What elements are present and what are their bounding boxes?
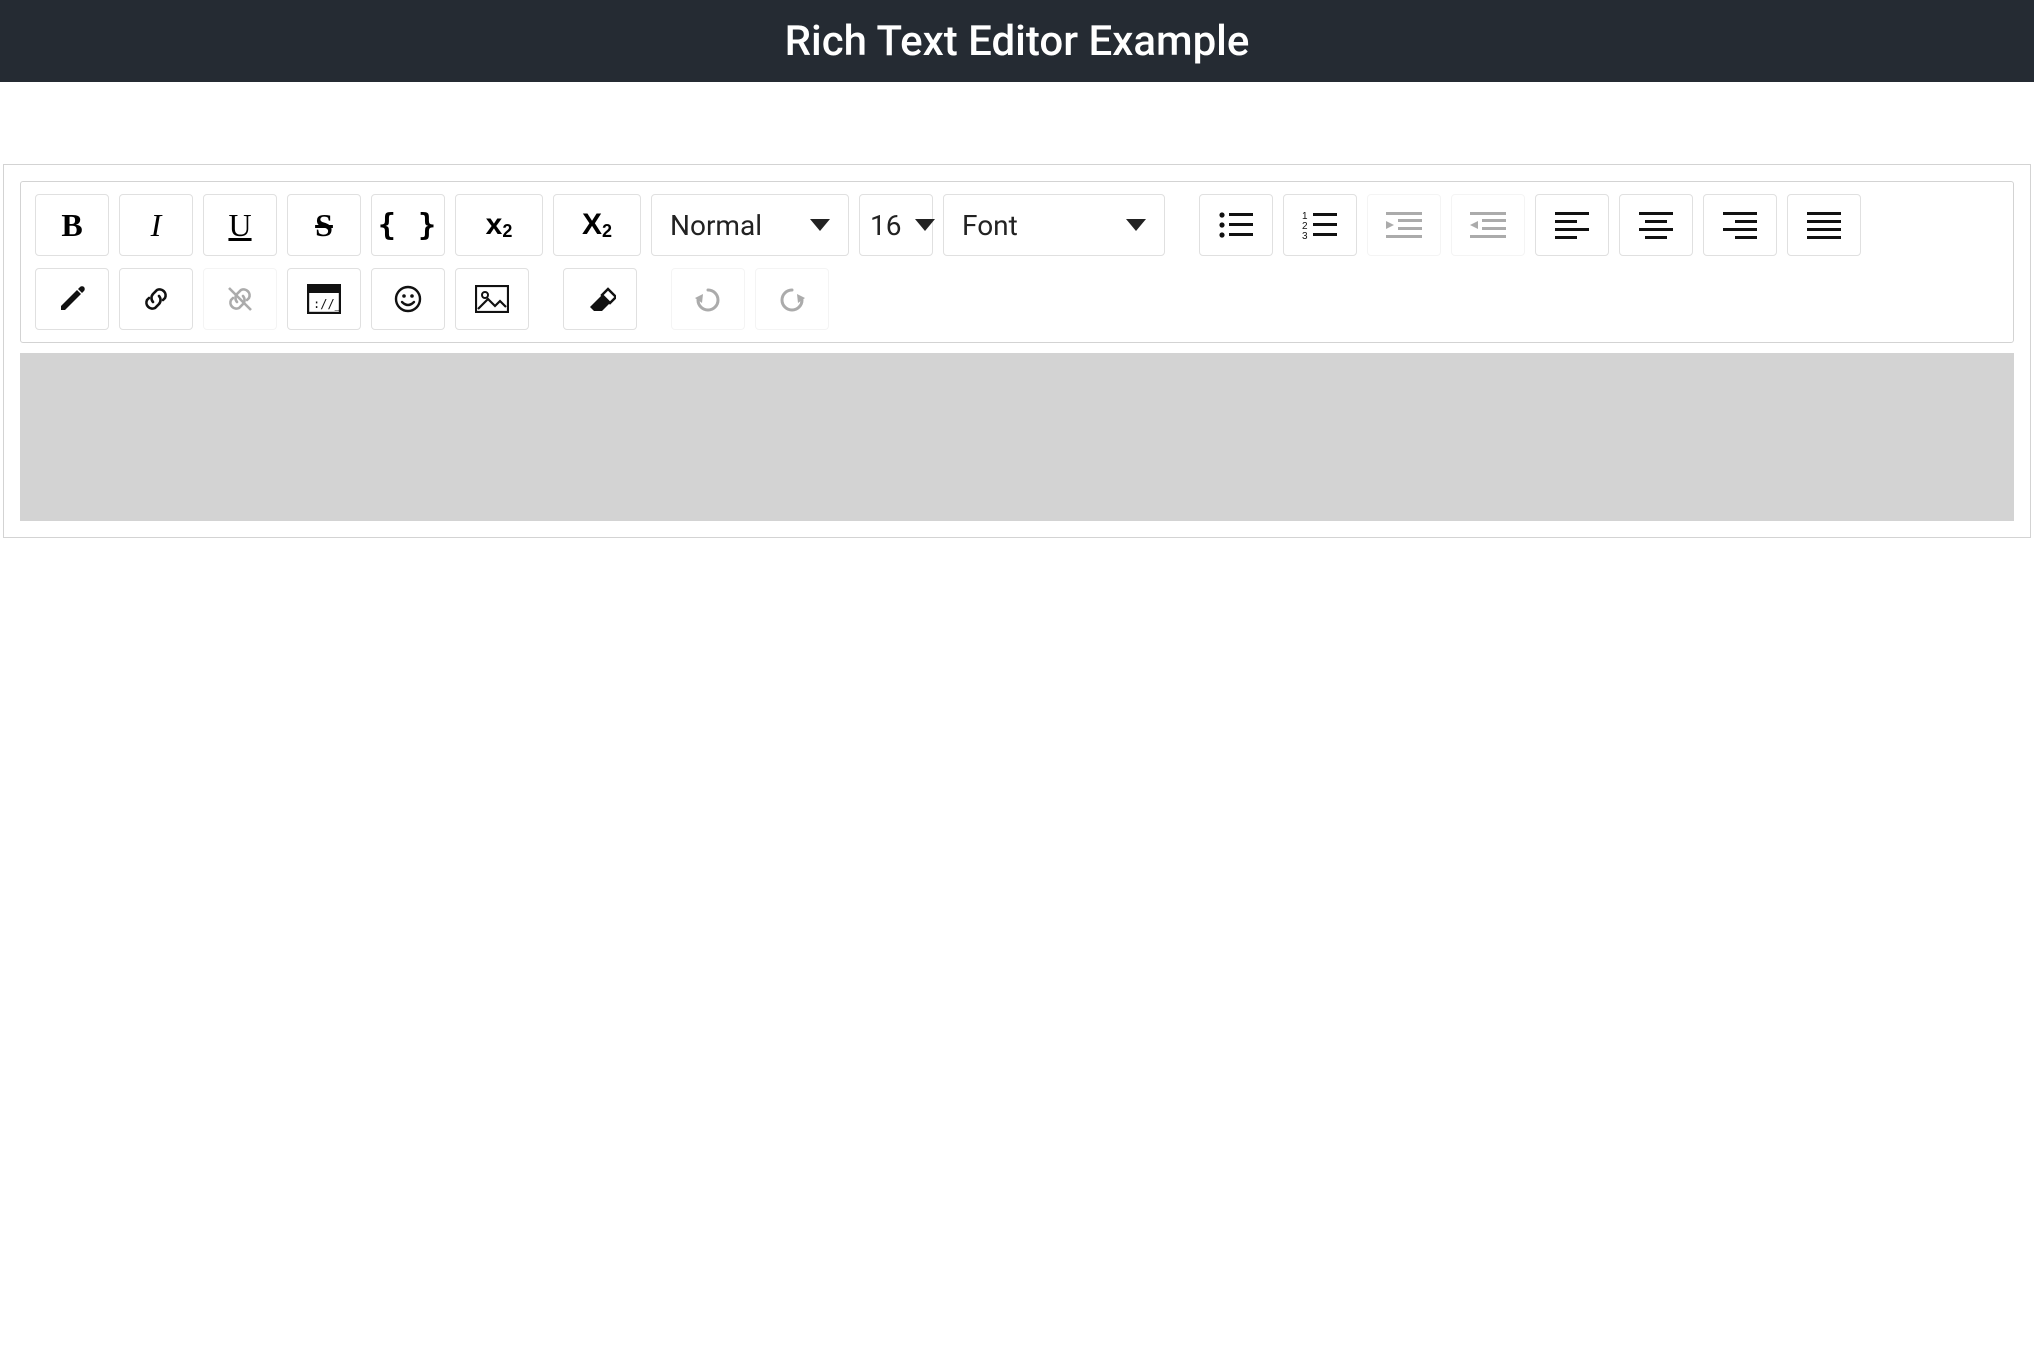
pen-icon: [57, 284, 87, 314]
eraser-button[interactable]: [563, 268, 637, 330]
chevron-down-icon: [810, 219, 830, 231]
toolbar-row-1: B I U S { } x2: [35, 194, 1999, 256]
chevron-down-icon: [915, 219, 935, 231]
indent-button[interactable]: [1367, 194, 1441, 256]
align-right-button[interactable]: [1703, 194, 1777, 256]
redo-icon: [777, 284, 807, 314]
subscript-button[interactable]: X2: [553, 194, 641, 256]
toolbar: B I U S { } x2: [20, 181, 2014, 343]
align-justify-button[interactable]: [1787, 194, 1861, 256]
emoji-button[interactable]: [371, 268, 445, 330]
align-left-button[interactable]: [1535, 194, 1609, 256]
source-button[interactable]: ://_: [287, 268, 361, 330]
align-center-button[interactable]: [1619, 194, 1693, 256]
numbered-list-icon: 1 2 3: [1302, 210, 1338, 240]
align-right-icon: [1723, 211, 1757, 239]
italic-button[interactable]: I: [119, 194, 193, 256]
align-center-icon: [1639, 211, 1673, 239]
app-header: Rich Text Editor Example: [0, 0, 2034, 82]
image-icon: [475, 285, 509, 313]
format-select-value: Normal: [670, 209, 762, 242]
svg-text:://_: ://_: [313, 297, 341, 311]
stage: B I U S { } x2: [0, 82, 2034, 538]
outdent-icon: [1470, 210, 1506, 240]
font-family-select-value: Font: [962, 209, 1018, 242]
unlink-icon: [224, 283, 256, 315]
link-icon: [140, 283, 172, 315]
ordered-list-button[interactable]: 1 2 3: [1283, 194, 1357, 256]
format-select[interactable]: Normal: [651, 194, 849, 256]
bold-icon: B: [61, 207, 82, 244]
link-button[interactable]: [119, 268, 193, 330]
bold-button[interactable]: B: [35, 194, 109, 256]
outdent-button[interactable]: [1451, 194, 1525, 256]
font-size-select[interactable]: 16: [859, 194, 933, 256]
svg-text:3: 3: [1302, 231, 1308, 240]
underline-button[interactable]: U: [203, 194, 277, 256]
toolbar-row-2: ://_: [35, 268, 1999, 330]
font-family-select[interactable]: Font: [943, 194, 1165, 256]
chevron-down-icon: [1126, 219, 1146, 231]
superscript-icon: x2: [486, 208, 513, 242]
align-justify-icon: [1807, 211, 1841, 239]
underline-icon: U: [228, 207, 251, 244]
foreground-color-button[interactable]: [35, 268, 109, 330]
bullet-list-icon: [1218, 210, 1254, 240]
smile-icon: [393, 284, 423, 314]
unordered-list-button[interactable]: [1199, 194, 1273, 256]
superscript-button[interactable]: x2: [455, 194, 543, 256]
strikethrough-icon: S: [315, 207, 333, 244]
source-icon: ://_: [307, 284, 341, 314]
code-button[interactable]: { }: [371, 194, 445, 256]
unlink-button[interactable]: [203, 268, 277, 330]
app-title: Rich Text Editor Example: [785, 17, 1250, 66]
editor-frame: B I U S { } x2: [3, 164, 2031, 538]
editor-content-area[interactable]: [20, 353, 2014, 521]
undo-button[interactable]: [671, 268, 745, 330]
indent-icon: [1386, 210, 1422, 240]
redo-button[interactable]: [755, 268, 829, 330]
subscript-icon: X2: [582, 208, 612, 242]
font-size-select-value: 16: [870, 209, 901, 242]
eraser-icon: [584, 285, 616, 313]
strikethrough-button[interactable]: S: [287, 194, 361, 256]
italic-icon: I: [151, 207, 162, 244]
align-left-icon: [1555, 211, 1589, 239]
code-icon: { }: [378, 208, 438, 243]
undo-icon: [693, 284, 723, 314]
image-button[interactable]: [455, 268, 529, 330]
